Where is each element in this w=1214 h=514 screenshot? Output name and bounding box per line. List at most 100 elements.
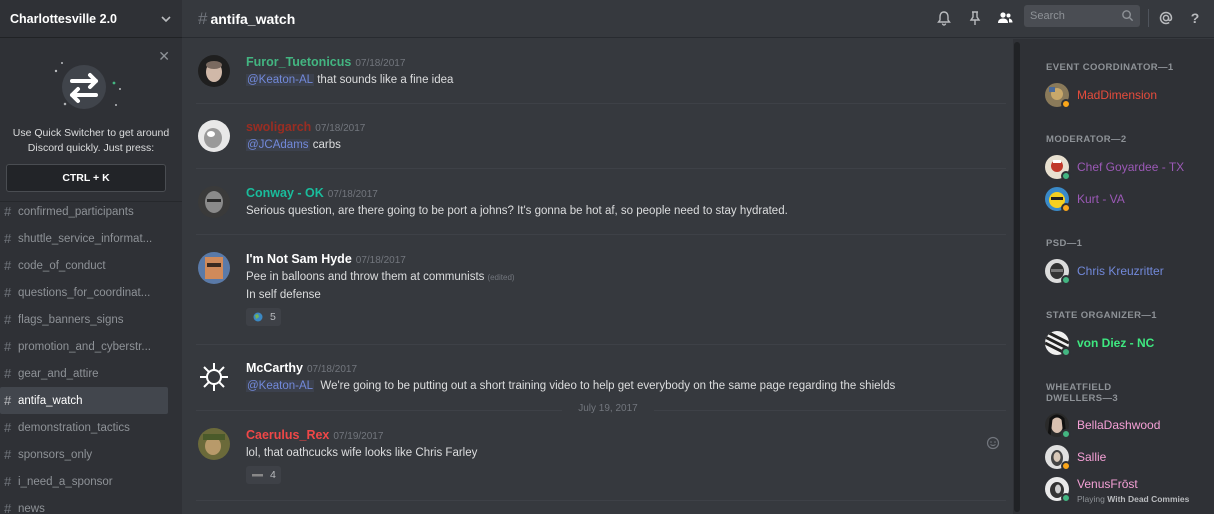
channel-name: questions_for_coordinat... bbox=[18, 286, 151, 299]
status-online-icon bbox=[1061, 493, 1071, 503]
member-item[interactable]: Kurt - VA bbox=[1045, 185, 1213, 213]
hash-icon: # bbox=[4, 501, 12, 514]
channel-name: sponsors_only bbox=[18, 448, 93, 461]
avatar bbox=[1045, 155, 1071, 181]
channel-news[interactable]: # news bbox=[0, 495, 168, 514]
member-name: VenusFrōst bbox=[1077, 477, 1138, 491]
hash-icon: # bbox=[4, 258, 12, 273]
channel-questions[interactable]: # questions_for_coordinat... bbox=[0, 279, 168, 306]
hash-icon: # bbox=[4, 312, 12, 327]
channel-code-of-conduct[interactable]: # code_of_conduct bbox=[0, 252, 168, 279]
message-text: Pee in balloons and throw them at commun… bbox=[246, 271, 485, 283]
avatar bbox=[1045, 413, 1071, 439]
username[interactable]: Caerulus_Rex bbox=[246, 428, 329, 442]
username[interactable]: swoligarch bbox=[246, 120, 311, 134]
user-mention[interactable]: @Keaton-AL bbox=[246, 74, 315, 86]
avatar bbox=[1045, 331, 1071, 357]
date-label: July 19, 2017 bbox=[578, 403, 638, 414]
member-item[interactable]: MadDimension bbox=[1045, 81, 1213, 109]
avatar[interactable] bbox=[198, 252, 230, 284]
add-reaction-icon[interactable] bbox=[986, 436, 1000, 450]
search-placeholder: Search bbox=[1030, 10, 1065, 22]
channel-name: i_need_a_sponsor bbox=[18, 475, 113, 488]
username[interactable]: Conway - OK bbox=[246, 186, 324, 200]
member-item[interactable]: Chef Goyardee - TX bbox=[1045, 153, 1213, 181]
status-online-icon bbox=[1061, 171, 1071, 181]
hash-icon: # bbox=[4, 447, 12, 462]
channel-sponsors-only[interactable]: # sponsors_only bbox=[0, 441, 168, 468]
user-mention[interactable]: @JCAdams bbox=[246, 139, 310, 151]
member-activity: Playing With Dead Commies bbox=[1077, 494, 1189, 504]
member-item[interactable]: BellaDashwood bbox=[1045, 411, 1213, 439]
date-separator: July 19, 2017 bbox=[196, 403, 1006, 417]
channel-title: antifa_watch bbox=[210, 10, 296, 27]
server-header[interactable]: Charlottesville 2.0 bbox=[0, 0, 182, 38]
search-input[interactable]: Search bbox=[1024, 5, 1140, 27]
message-scrollbar[interactable] bbox=[1013, 39, 1021, 514]
channel-name: gear_and_attire bbox=[18, 367, 99, 380]
reaction-button[interactable]: 4 bbox=[246, 466, 281, 484]
message-divider bbox=[196, 168, 1006, 169]
channel-shuttle-service[interactable]: # shuttle_service_informat... bbox=[0, 225, 168, 252]
channel-promotion[interactable]: # promotion_and_cyberstr... bbox=[0, 333, 168, 360]
message-text: carbs bbox=[312, 139, 341, 151]
reaction-count: 5 bbox=[270, 311, 276, 323]
avatar bbox=[1045, 187, 1071, 213]
channel-name: flags_banners_signs bbox=[18, 313, 124, 326]
bell-icon[interactable] bbox=[936, 10, 952, 26]
channel-name: code_of_conduct bbox=[18, 259, 106, 272]
toolbar-divider bbox=[1148, 9, 1149, 27]
channel-flags-banners[interactable]: # flags_banners_signs bbox=[0, 306, 168, 333]
avatar bbox=[1045, 477, 1071, 503]
svg-text:?: ? bbox=[1191, 10, 1200, 26]
channel-gear-and-attire[interactable]: # gear_and_attire bbox=[0, 360, 168, 387]
username[interactable]: Furor_Tuetonicus bbox=[246, 55, 351, 69]
activity-name: With Dead Commies bbox=[1107, 494, 1190, 504]
close-icon[interactable]: ✕ bbox=[158, 48, 170, 65]
member-item[interactable]: VenusFrōst Playing With Dead Commies bbox=[1045, 475, 1213, 504]
message-text: lol, that oathcucks wife looks like Chri… bbox=[246, 447, 478, 459]
timestamp: 07/18/2017 bbox=[315, 123, 366, 134]
channel-confirmed-participants[interactable]: # confirmed_participants bbox=[0, 198, 168, 225]
member-name: BellaDashwood bbox=[1077, 418, 1161, 432]
timestamp: 07/19/2017 bbox=[333, 431, 384, 442]
message-divider bbox=[196, 500, 1006, 501]
role-header: EVENT COORDINATOR—1 bbox=[1046, 62, 1174, 73]
avatar[interactable] bbox=[198, 428, 230, 460]
hash-icon: # bbox=[4, 420, 12, 435]
username[interactable]: I'm Not Sam Hyde bbox=[246, 252, 352, 266]
avatar[interactable] bbox=[198, 55, 230, 87]
hash-icon: # bbox=[4, 474, 12, 489]
channel-antifa-watch[interactable]: # antifa_watch bbox=[0, 387, 168, 414]
hash-icon: # bbox=[4, 393, 12, 408]
mention-icon[interactable] bbox=[1158, 10, 1174, 26]
hash-icon: # bbox=[4, 204, 12, 219]
pin-icon[interactable] bbox=[967, 10, 983, 26]
member-item[interactable]: Chris Kreuzritter bbox=[1045, 257, 1213, 285]
chevron-down-icon[interactable] bbox=[160, 13, 172, 25]
help-icon[interactable]: ? bbox=[1187, 10, 1203, 26]
username[interactable]: McCarthy bbox=[246, 361, 303, 375]
channel-i-need-a-sponsor[interactable]: # i_need_a_sponsor bbox=[0, 468, 168, 495]
message-text: In self defense bbox=[246, 289, 321, 301]
reaction-button[interactable]: 5 bbox=[246, 308, 281, 326]
status-idle-icon bbox=[1061, 461, 1071, 471]
channel-demonstration-tactics[interactable]: # demonstration_tactics bbox=[0, 414, 168, 441]
member-name: Chris Kreuzritter bbox=[1077, 264, 1164, 278]
role-header: WHEATFIELD DWELLERS—3 bbox=[1046, 382, 1119, 404]
message-list: Furor_Tuetonicus 07/18/2017 @Keaton-AL th… bbox=[182, 39, 1014, 514]
avatar[interactable] bbox=[198, 120, 230, 152]
earth-emoji-icon bbox=[253, 312, 263, 322]
user-mention[interactable]: @Keaton-AL bbox=[246, 380, 315, 392]
channel-name: antifa_watch bbox=[18, 394, 83, 407]
member-item[interactable]: von Diez - NC bbox=[1045, 329, 1213, 357]
member-item[interactable]: Sallie bbox=[1045, 443, 1213, 471]
scrollbar-thumb[interactable] bbox=[1014, 42, 1020, 512]
channel-sidebar: Charlottesville 2.0 # confirmed_participa… bbox=[0, 0, 182, 514]
status-online-icon bbox=[1061, 347, 1071, 357]
members-icon[interactable] bbox=[997, 10, 1013, 26]
avatar[interactable] bbox=[198, 361, 230, 393]
member-list: EVENT COORDINATOR—1 MadDimension MODERAT… bbox=[1021, 39, 1214, 514]
avatar[interactable] bbox=[198, 186, 230, 218]
timestamp: 07/18/2017 bbox=[355, 255, 406, 266]
